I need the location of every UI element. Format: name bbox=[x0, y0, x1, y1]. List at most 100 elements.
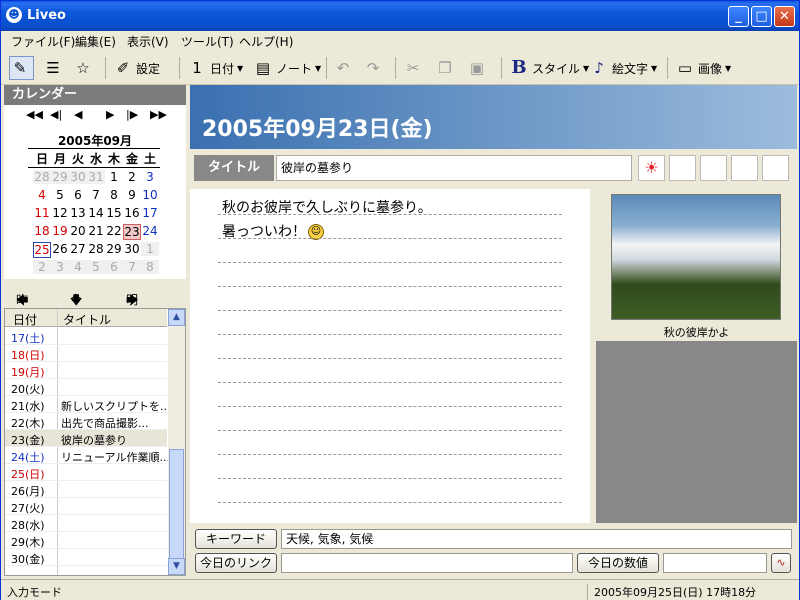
calendar-day[interactable]: 23 bbox=[123, 224, 141, 240]
calendar-day[interactable]: 19 bbox=[51, 224, 69, 238]
calendar-day[interactable]: 1 bbox=[105, 170, 123, 184]
list-item[interactable]: 20(火) bbox=[5, 379, 167, 396]
scroll-thumb[interactable] bbox=[169, 449, 184, 559]
diary-view-button[interactable]: ✎ bbox=[9, 56, 34, 80]
calendar-day[interactable]: 10 bbox=[141, 188, 159, 202]
emoji-slot[interactable] bbox=[700, 155, 727, 181]
photo-image[interactable] bbox=[611, 194, 781, 320]
next-month-icon[interactable]: |▶ bbox=[126, 108, 138, 121]
list-item[interactable]: 23(金) 彼岸の墓参り bbox=[5, 430, 167, 447]
list-item[interactable]: 22(木) 出先で商品撮影... bbox=[5, 413, 167, 430]
list-item[interactable]: 27(火) bbox=[5, 498, 167, 515]
favorite-view-button[interactable]: ☆ bbox=[73, 56, 96, 80]
list-item[interactable]: 25(日) bbox=[5, 464, 167, 481]
calendar-day[interactable]: 9 bbox=[123, 188, 141, 202]
keyword-input[interactable]: 天候, 気象, 気候 bbox=[281, 529, 792, 549]
calendar-day[interactable]: 29 bbox=[51, 170, 69, 184]
menu-file[interactable]: ファイル(F) bbox=[11, 33, 75, 50]
emoji-slot[interactable] bbox=[762, 155, 789, 181]
note-button[interactable]: ▤ ノート ▼ bbox=[253, 56, 321, 80]
title-input[interactable]: 彼岸の墓参り bbox=[276, 155, 632, 181]
minimize-button[interactable]: _ bbox=[728, 6, 749, 27]
calendar-day[interactable]: 4 bbox=[69, 260, 87, 274]
emoji-button[interactable]: ♪ 絵文字 ▼ bbox=[589, 56, 657, 80]
prev-year-icon[interactable]: ◀◀ bbox=[26, 108, 43, 121]
calendar-day[interactable]: 7 bbox=[87, 188, 105, 202]
calendar-day[interactable]: 30 bbox=[123, 242, 141, 256]
keyword-button[interactable]: キーワード bbox=[195, 529, 277, 549]
sun-icon[interactable]: ☀ bbox=[638, 155, 665, 181]
scrollbar[interactable]: ▲ ▼ bbox=[168, 309, 185, 575]
emoji-slot[interactable] bbox=[731, 155, 758, 181]
list-view-button[interactable]: ☰ bbox=[43, 56, 66, 80]
calendar-day[interactable]: 26 bbox=[51, 242, 69, 256]
image-button[interactable]: ▭ 画像 ▼ bbox=[675, 56, 731, 80]
calendar-day[interactable]: 3 bbox=[141, 170, 159, 184]
list-item[interactable]: 24(土) リニューアル作業順... bbox=[5, 447, 170, 464]
number-button[interactable]: 今日の数値 bbox=[577, 553, 659, 573]
calendar-day[interactable]: 14 bbox=[87, 206, 105, 220]
note-area[interactable]: 秋のお彼岸で久しぶりに墓参り。 暑っついわ！ ☺ bbox=[190, 189, 590, 523]
list-item[interactable]: 18(日) bbox=[5, 345, 167, 362]
calendar-day[interactable]: 8 bbox=[105, 188, 123, 202]
calendar-day[interactable]: 6 bbox=[105, 260, 123, 274]
calendar-day[interactable]: 3 bbox=[51, 260, 69, 274]
prev-month-icon[interactable]: ◀| bbox=[50, 108, 62, 121]
calendar-day[interactable]: 13 bbox=[69, 206, 87, 220]
col-title-header[interactable]: タイトル bbox=[63, 311, 111, 328]
calendar-day[interactable]: 30 bbox=[69, 170, 87, 184]
menu-tools[interactable]: ツール(T) bbox=[181, 33, 234, 50]
link-button[interactable]: 今日のリンク bbox=[195, 553, 277, 573]
undo-button[interactable]: ↶ bbox=[333, 56, 356, 80]
calendar-day[interactable]: 2 bbox=[123, 170, 141, 184]
calendar-day[interactable]: 6 bbox=[69, 188, 87, 202]
calendar-day[interactable]: 29 bbox=[105, 242, 123, 256]
emoji-slot[interactable] bbox=[669, 155, 696, 181]
next-year-icon[interactable]: ▶▶ bbox=[150, 108, 167, 121]
prev-icon[interactable]: ◀ bbox=[74, 108, 82, 121]
link-input[interactable] bbox=[281, 553, 573, 573]
calendar-day[interactable]: 27 bbox=[69, 242, 87, 256]
list-item[interactable]: 30(金) bbox=[5, 549, 167, 566]
calendar-day[interactable]: 15 bbox=[105, 206, 123, 220]
calendar-day[interactable]: 16 bbox=[123, 206, 141, 220]
scroll-down-icon[interactable]: ▼ bbox=[168, 558, 185, 575]
col-date-header[interactable]: 日付 bbox=[13, 311, 37, 328]
calendar-day[interactable]: 21 bbox=[87, 224, 105, 238]
redo-button[interactable]: ↷ bbox=[363, 56, 386, 80]
list-item[interactable]: 19(月) bbox=[5, 362, 167, 379]
menu-view[interactable]: 表示(V) bbox=[127, 33, 169, 50]
calendar-day[interactable]: 5 bbox=[51, 188, 69, 202]
calendar-day[interactable]: 25 bbox=[33, 242, 51, 258]
calendar-day[interactable]: 11 bbox=[33, 206, 51, 220]
calendar-day[interactable]: 4 bbox=[33, 188, 51, 202]
calendar-day[interactable]: 12 bbox=[51, 206, 69, 220]
maximize-button[interactable]: □ bbox=[751, 6, 772, 27]
calendar-day[interactable]: 7 bbox=[123, 260, 141, 274]
menu-help[interactable]: ヘルプ(H) bbox=[239, 33, 293, 50]
calendar-day[interactable]: 18 bbox=[33, 224, 51, 238]
date-button[interactable]: 1 日付 ▼ bbox=[187, 56, 243, 80]
list-item[interactable]: 26(月) bbox=[5, 481, 167, 498]
calendar-day[interactable]: 22 bbox=[105, 224, 123, 238]
calendar-day[interactable]: 28 bbox=[33, 170, 51, 184]
number-input[interactable] bbox=[663, 553, 767, 573]
cut-button[interactable]: ✂ bbox=[403, 56, 426, 80]
menu-edit[interactable]: 編集(E) bbox=[75, 33, 116, 50]
calendar-day[interactable]: 28 bbox=[87, 242, 105, 256]
calendar-day[interactable]: 5 bbox=[87, 260, 105, 274]
list-item[interactable]: 17(土) bbox=[5, 328, 167, 345]
list-item[interactable]: 28(水) bbox=[5, 515, 167, 532]
list-item[interactable]: 29(木) bbox=[5, 532, 167, 549]
list-item[interactable]: 21(水) 新しいスクリプトを... bbox=[5, 396, 171, 413]
copy-button[interactable]: ❐ bbox=[435, 56, 458, 80]
scroll-up-icon[interactable]: ▲ bbox=[168, 309, 185, 326]
calendar-day[interactable]: 24 bbox=[141, 224, 159, 238]
calendar-day[interactable]: 20 bbox=[69, 224, 87, 238]
calendar-day[interactable]: 31 bbox=[87, 170, 105, 184]
calendar-day[interactable]: 2 bbox=[33, 260, 51, 274]
close-button[interactable]: ✕ bbox=[774, 6, 795, 27]
next-icon[interactable]: ▶ bbox=[106, 108, 114, 121]
calendar-day[interactable]: 17 bbox=[141, 206, 159, 220]
settings-button[interactable]: ✐ 設定 bbox=[113, 56, 160, 80]
